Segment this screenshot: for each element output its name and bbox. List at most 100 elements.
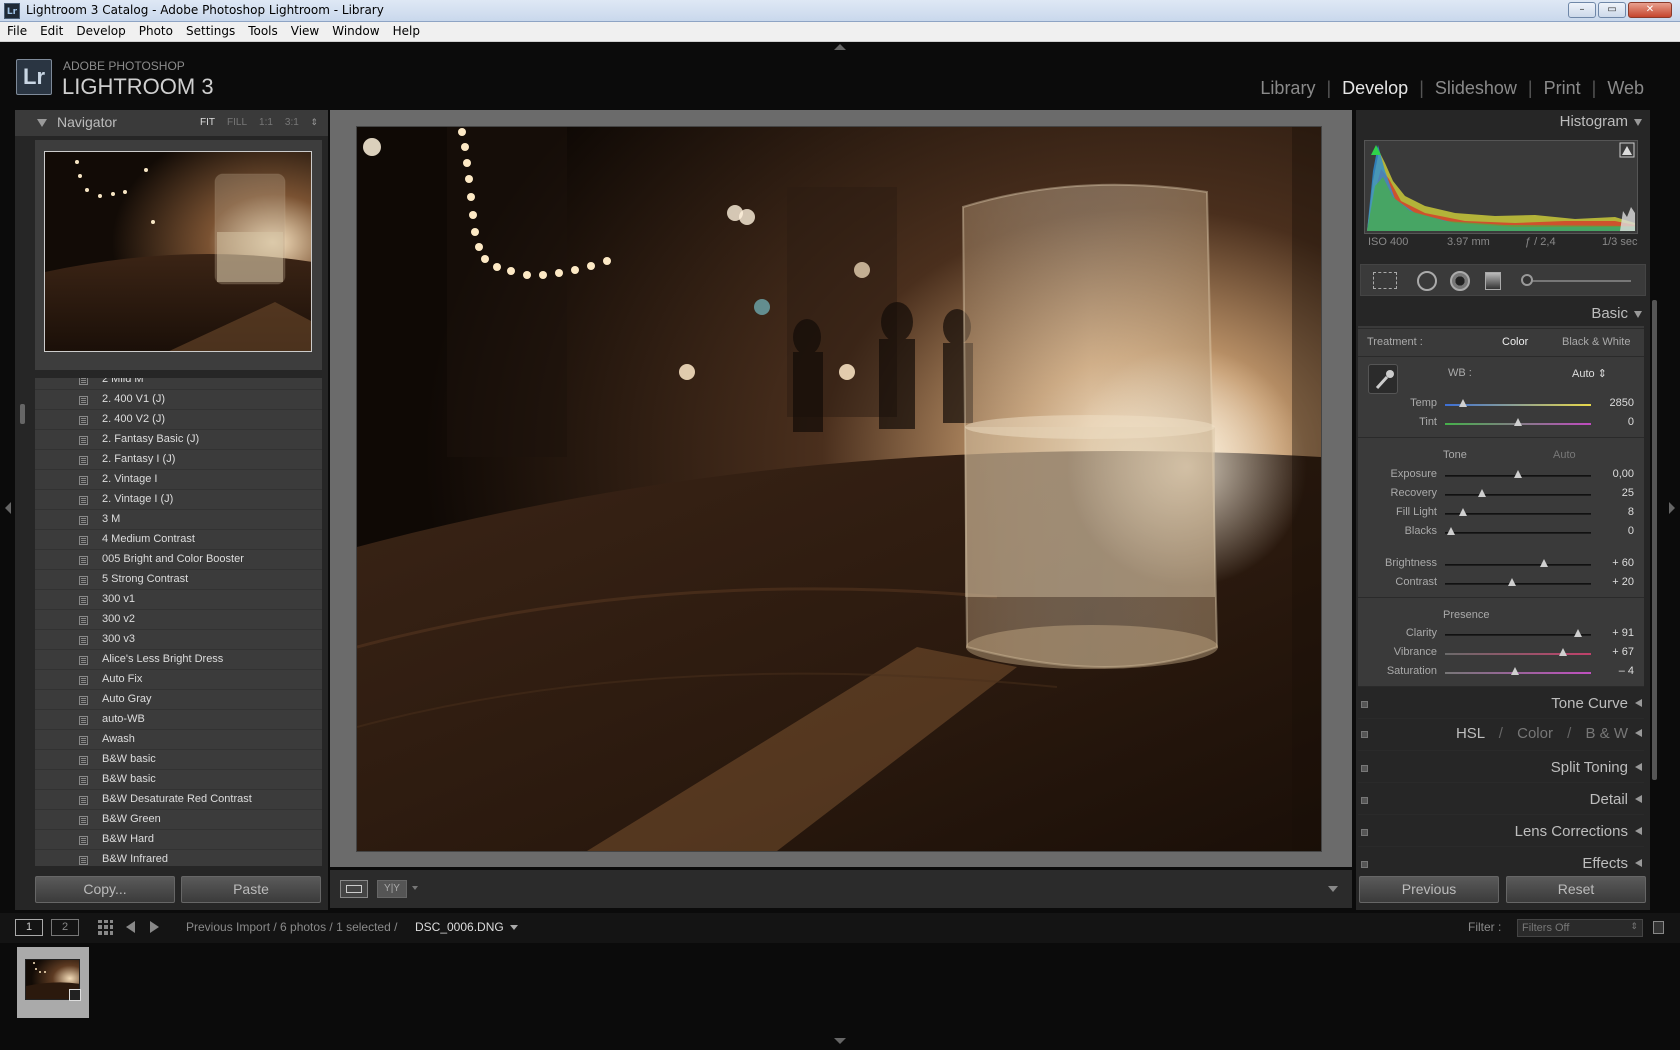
loupe-view-icon[interactable] xyxy=(340,880,368,898)
tone-auto-button[interactable]: Auto xyxy=(1553,449,1576,461)
brush-slider-track[interactable] xyxy=(1523,280,1631,282)
preset-item[interactable]: B&W Green xyxy=(35,810,322,830)
left-panel-scrollbar[interactable] xyxy=(20,404,25,424)
filmstrip-thumbnail-cell[interactable] xyxy=(17,947,89,1018)
panel-switch-icon[interactable] xyxy=(1361,731,1368,738)
slider-track-clarity[interactable] xyxy=(1445,634,1591,636)
slider-value-fill-light[interactable]: 8 xyxy=(1594,506,1634,518)
collapse-left-panel-arrow-icon[interactable] xyxy=(5,502,11,514)
treatment-black-white[interactable]: Black & White xyxy=(1562,336,1630,348)
slider-thumb-vibrance[interactable] xyxy=(1559,648,1568,656)
copy-settings-button[interactable]: Copy... xyxy=(35,876,175,903)
panel-switch-icon[interactable] xyxy=(1361,797,1368,804)
basic-header[interactable]: Basic xyxy=(1356,302,1650,326)
filter-dropdown[interactable]: Filters Off ⇕ xyxy=(1517,919,1643,937)
menu-view[interactable]: View xyxy=(284,22,325,41)
menu-file[interactable]: File xyxy=(0,22,33,41)
treatment-color[interactable]: Color xyxy=(1502,336,1528,348)
hsl-color-tab[interactable]: Color xyxy=(1517,725,1553,742)
preset-item[interactable]: B&W basic xyxy=(35,750,322,770)
preset-item[interactable]: 2. Vintage I (J) xyxy=(35,490,322,510)
module-library[interactable]: Library xyxy=(1260,78,1315,99)
preset-item[interactable]: 2. Fantasy I (J) xyxy=(35,450,322,470)
panel-switch-icon[interactable] xyxy=(1361,861,1368,868)
preset-item[interactable]: Auto Fix xyxy=(35,670,322,690)
expand-triangle-icon[interactable] xyxy=(1635,763,1642,771)
expand-triangle-icon[interactable] xyxy=(1635,699,1642,707)
preset-item[interactable]: 2. Fantasy Basic (J) xyxy=(35,430,322,450)
slider-value-saturation[interactable]: – 4 xyxy=(1594,665,1634,677)
expand-triangle-icon[interactable] xyxy=(1635,729,1642,737)
close-button[interactable]: ✕ xyxy=(1628,2,1672,18)
preset-item[interactable]: 2 Mild M xyxy=(35,378,322,390)
slider-track-vibrance[interactable] xyxy=(1445,653,1591,655)
paste-settings-button[interactable]: Paste xyxy=(181,876,321,903)
preset-item[interactable]: 4 Medium Contrast xyxy=(35,530,322,550)
menu-tools[interactable]: Tools xyxy=(241,22,284,41)
slider-track-brightness[interactable] xyxy=(1445,564,1591,566)
slider-value-tint[interactable]: 0 xyxy=(1594,416,1634,428)
before-after-dropdown-icon[interactable] xyxy=(412,886,418,890)
adjustment-brush-icon[interactable] xyxy=(1521,274,1533,286)
effects-header[interactable]: Effects xyxy=(1356,852,1650,868)
menu-settings[interactable]: Settings xyxy=(179,22,241,41)
collapse-triangle-icon[interactable] xyxy=(1634,119,1642,126)
slider-value-contrast[interactable]: + 20 xyxy=(1594,576,1634,588)
zoom-fill[interactable]: FILL xyxy=(227,117,247,128)
preset-item[interactable]: Alice's Less Bright Dress xyxy=(35,650,322,670)
slider-track-recovery[interactable] xyxy=(1445,494,1591,496)
graduated-filter-icon[interactable] xyxy=(1485,272,1501,290)
navigator-preview-image[interactable] xyxy=(44,151,312,352)
main-photo[interactable] xyxy=(357,127,1321,851)
tone-curve-header[interactable]: Tone Curve xyxy=(1356,692,1650,716)
before-after-button[interactable]: Y|Y xyxy=(377,880,407,898)
menu-help[interactable]: Help xyxy=(386,22,426,41)
histogram-chart[interactable] xyxy=(1364,140,1638,234)
slider-thumb-blacks[interactable] xyxy=(1446,527,1455,535)
hsl-tab[interactable]: HSL xyxy=(1456,725,1485,742)
preset-item[interactable]: 300 v2 xyxy=(35,610,322,630)
preset-item[interactable]: B&W Infrared xyxy=(35,850,322,866)
slider-thumb-exposure[interactable] xyxy=(1514,470,1522,478)
primary-window-button[interactable]: 1 xyxy=(15,919,43,936)
preset-item[interactable]: 3 M xyxy=(35,510,322,530)
slider-value-exposure[interactable]: 0,00 xyxy=(1594,468,1634,480)
collapse-filmstrip-arrow-icon[interactable] xyxy=(834,1038,846,1044)
toolbar-options-arrow-icon[interactable] xyxy=(1328,886,1338,892)
slider-thumb-recovery[interactable] xyxy=(1477,489,1486,497)
wb-dropdown[interactable]: Auto ⇕ xyxy=(1572,367,1607,380)
slider-track-fill-light[interactable] xyxy=(1445,513,1591,515)
filename-dropdown-icon[interactable] xyxy=(510,925,518,930)
collapse-triangle-icon[interactable] xyxy=(37,119,47,127)
previous-button[interactable]: Previous xyxy=(1359,876,1499,903)
slider-value-vibrance[interactable]: + 67 xyxy=(1594,646,1634,658)
maximize-button[interactable]: ▭ xyxy=(1598,2,1626,18)
panel-switch-icon[interactable] xyxy=(1361,765,1368,772)
slider-value-brightness[interactable]: + 60 xyxy=(1594,557,1634,569)
preset-item[interactable]: B&W basic xyxy=(35,770,322,790)
menu-window[interactable]: Window xyxy=(325,22,385,41)
slider-track-blacks[interactable] xyxy=(1445,532,1591,534)
preset-item[interactable]: 005 Bright and Color Booster xyxy=(35,550,322,570)
collapse-top-panel-arrow-icon[interactable] xyxy=(834,44,846,50)
module-print[interactable]: Print xyxy=(1544,78,1581,99)
filmstrip-breadcrumb[interactable]: Previous Import / 6 photos / 1 selected … xyxy=(186,920,397,934)
panel-switch-icon[interactable] xyxy=(1361,701,1368,708)
histogram-header[interactable]: Histogram xyxy=(1356,110,1650,134)
slider-value-clarity[interactable]: + 91 xyxy=(1594,627,1634,639)
slider-thumb-temp[interactable] xyxy=(1458,399,1467,407)
split-toning-header[interactable]: Split Toning xyxy=(1356,756,1650,780)
minimize-button[interactable]: – xyxy=(1568,2,1596,18)
preset-item[interactable]: B&W Desaturate Red Contrast xyxy=(35,790,322,810)
slider-track-temp[interactable] xyxy=(1445,404,1591,406)
slider-thumb-tint[interactable] xyxy=(1514,418,1522,426)
slider-value-blacks[interactable]: 0 xyxy=(1594,525,1634,537)
menu-develop[interactable]: Develop xyxy=(69,22,131,41)
collapse-right-panel-arrow-icon[interactable] xyxy=(1669,502,1675,514)
module-web[interactable]: Web xyxy=(1607,78,1644,99)
slider-thumb-fill-light[interactable] xyxy=(1458,508,1467,516)
preset-item[interactable]: 5 Strong Contrast xyxy=(35,570,322,590)
preset-item[interactable]: B&W Hard xyxy=(35,830,322,850)
navigator-header[interactable]: Navigator FIT FILL 1:1 3:1 ⇕ xyxy=(15,110,328,136)
slider-thumb-saturation[interactable] xyxy=(1511,667,1520,675)
